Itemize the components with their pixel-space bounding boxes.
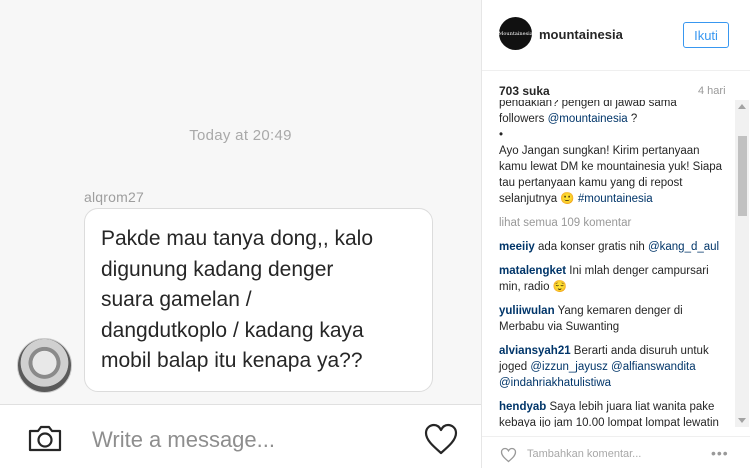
comments-list: pendakian? pengen di jawab sama follower… [482,100,735,427]
comment-username[interactable]: alviansyah21 [499,345,571,357]
mention-link[interactable]: @kang_d_aul [648,241,719,253]
comment-item: yuliiwulan Yang kemaren denger di Merbab… [499,303,727,335]
sender-avatar [17,338,72,393]
comments-scrollbar[interactable] [735,100,749,427]
more-options-icon[interactable]: ••• [711,445,729,461]
avatar-logo-text: Mountainesia [498,30,533,37]
heart-icon [424,423,458,455]
scroll-thumb[interactable] [738,136,747,216]
comment-username[interactable]: meeiiy [499,241,535,253]
compose-placeholder: Write a message... [92,427,275,452]
comment-text: ada konser gratis nih [534,241,648,253]
comment-item: meeiiy ada konser gratis nih @kang_d_aul [499,239,727,255]
message-line: mobil balap itu kenapa ya?? [101,349,363,372]
message-line: suara gamelan / [101,288,252,311]
scroll-up-icon[interactable] [738,104,746,109]
comment-item: hendyab Saya lebih juara liat wanita pak… [499,399,727,427]
scroll-down-icon[interactable] [738,418,746,423]
hashtag-link[interactable]: #mountainesia [578,193,653,205]
view-all-comments[interactable]: lihat semua 109 komentar [499,215,727,231]
message-bubble: Pakde mau tanya dong,, kalo digunung kad… [84,208,433,392]
dm-screenshot: Today at 20:49 alqrom27 Pakde mau tanya … [0,0,481,468]
message-timestamp: Today at 20:49 [189,127,292,144]
caption-text: followers @mountainesia ? [499,111,727,127]
comment-username[interactable]: yuliiwulan [499,305,555,317]
caption-bullet: • [499,129,504,141]
comment-username[interactable]: hendyab [499,401,546,413]
camera-icon [28,425,62,452]
post-header: Mountainesia mountainesia Ikuti [482,0,750,71]
post-age[interactable]: 4 hari [698,85,726,97]
add-comment-input[interactable]: Tambahkan komentar... [527,448,641,460]
mention-link[interactable]: @mountainesia [548,113,628,125]
profile-avatar[interactable]: Mountainesia [498,17,533,50]
message-sender: alqrom27 [84,189,144,205]
post-panel: Mountainesia mountainesia Ikuti 703 suka… [481,0,750,468]
comment-username[interactable]: matalengket [499,265,566,277]
caption-text: pendakian? pengen di jawab sama [499,100,677,109]
follow-button[interactable]: Ikuti [683,22,729,48]
like-heart-icon[interactable] [500,447,517,463]
message-line: digunung kadang denger [101,257,334,281]
message-line: Pakde mau tanya dong,, kalo [101,227,374,250]
post-username[interactable]: mountainesia [539,27,623,42]
comment-bar: Tambahkan komentar... ••• [482,436,750,468]
caption-text: ? [627,113,638,125]
comment-item: alviansyah21 Berarti anda disuruh untuk … [499,343,727,391]
comment-item: matalengket Ini mlah denger campursari m… [499,263,727,295]
like-count[interactable]: 703 suka [499,84,550,98]
caption-text: Ayo Jangan sungkan! Kirim pertanyaan kam… [499,143,727,207]
caption-text: followers [499,113,548,125]
message-line: dangdutkoplo / kadang kaya [101,318,364,342]
